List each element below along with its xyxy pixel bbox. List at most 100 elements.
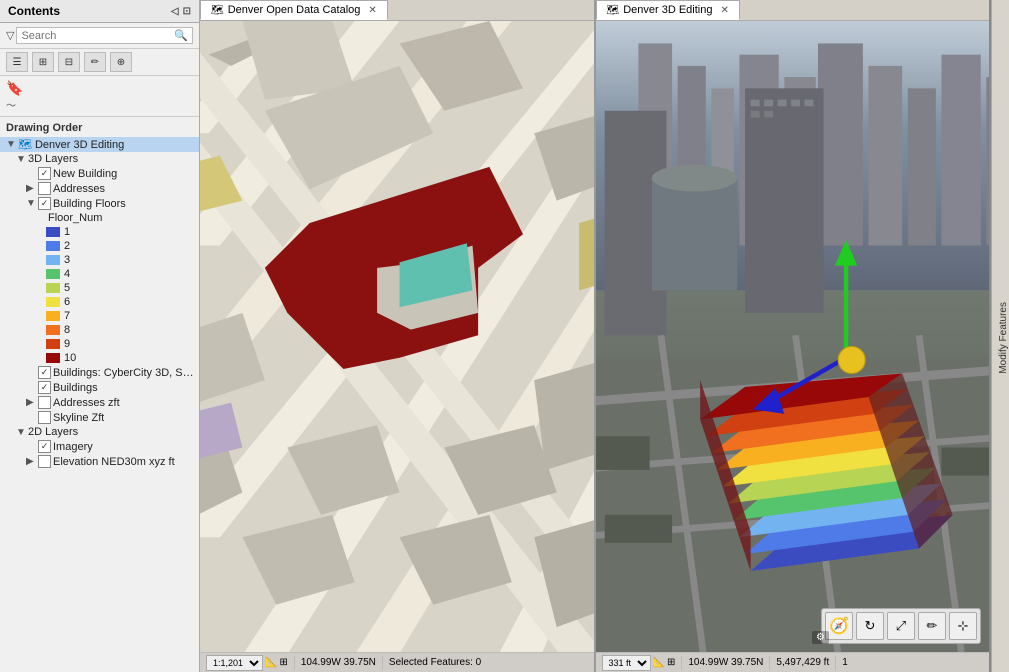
map-tab-3d[interactable]: 🗺 Denver 3D Editing ✕: [596, 0, 740, 20]
sidebar-extra: 🔖 〜: [0, 76, 199, 117]
buildings-label: Buildings: [53, 382, 98, 394]
scale-icon-2[interactable]: ⊞: [279, 657, 287, 668]
map-tab-2d[interactable]: 🗺 Denver Open Data Catalog ✕: [200, 0, 388, 20]
map-tab-bar-2d: 🗺 Denver Open Data Catalog ✕: [200, 0, 594, 21]
sidebar-menu-icon[interactable]: ⊡: [183, 6, 191, 17]
scale-3d-icon2[interactable]: ⊞: [667, 657, 675, 668]
scale-icon-1[interactable]: 📐: [265, 657, 277, 668]
sidebar-chevron-icon[interactable]: 〜: [6, 101, 16, 112]
divider2: [382, 656, 383, 670]
tree-item-building-floors[interactable]: ▼ ✓ Building Floors: [0, 196, 199, 211]
checkbox-new-building[interactable]: ✓: [38, 167, 51, 180]
map-tab-2d-close[interactable]: ✕: [368, 5, 376, 16]
tree-2d-layers[interactable]: ▼ 2D Layers: [0, 425, 199, 439]
floor-num-label: Floor_Num: [48, 212, 102, 224]
nav-btn-rotate[interactable]: ↻: [856, 612, 884, 640]
expand-elevation[interactable]: ▶: [26, 456, 38, 467]
checkbox-building-floors[interactable]: ✓: [38, 197, 51, 210]
tree-floor-num[interactable]: Floor_Num: [0, 211, 199, 225]
checkbox-skyline[interactable]: [38, 411, 51, 424]
nav-btn-compass[interactable]: 🧭: [825, 612, 853, 640]
tree-item-buildings[interactable]: ✓ Buildings: [0, 380, 199, 395]
expand-addresses[interactable]: ▶: [26, 183, 38, 194]
sidebar-toolbar: ☰ ⊞ ⊟ ✏ ⊕: [0, 49, 199, 76]
sidebar-title-label: Contents: [8, 4, 60, 18]
map-panel-3d: 🗺 Denver 3D Editing ✕: [596, 0, 992, 672]
expand-2d-icon[interactable]: ▼: [16, 427, 28, 438]
checkbox-elevation[interactable]: [38, 455, 51, 468]
swatch-floor-10: [46, 353, 60, 363]
new-building-label: New Building: [53, 168, 117, 180]
tree-item-addresses[interactable]: ▶ Addresses: [0, 181, 199, 196]
zoom-level-3d: 1: [842, 657, 848, 668]
floor-1-label: 1: [64, 226, 70, 238]
add-button[interactable]: ⊕: [110, 52, 132, 72]
legend-floor-10: 10: [0, 351, 199, 365]
scale-select[interactable]: 1:1,201: [206, 655, 263, 671]
tree-item-buildings-cc[interactable]: ✓ Buildings: CyberCity 3D, Sanbor: [0, 365, 199, 380]
tree-item-elevation[interactable]: ▶ Elevation NED30m xyz ft: [0, 454, 199, 469]
divider1: [294, 656, 295, 670]
swatch-floor-8: [46, 325, 60, 335]
map-2d-canvas: [200, 21, 594, 672]
2d-layers-label: 2D Layers: [28, 426, 78, 438]
search-input-wrap: 🔍: [16, 27, 193, 44]
map-tab-3d-close[interactable]: ✕: [720, 5, 728, 16]
sidebar-content: Drawing Order ▼ 🗺 Denver 3D Editing ▼ 3D…: [0, 117, 199, 672]
map-viewport-3d[interactable]: 🧭 ↻ ⤢ ✏ ⊹ ⚙ 331 ft 📐: [596, 21, 990, 672]
search-input[interactable]: [21, 30, 174, 42]
bookmark-icon: 🔖: [6, 80, 23, 96]
swatch-floor-7: [46, 311, 60, 321]
expand-addresses-zft[interactable]: ▶: [26, 397, 38, 408]
tree-item-imagery[interactable]: ✓ Imagery: [0, 439, 199, 454]
status-bar-2d: 1:1,201 📐 ⊞ 104.99W 39.75N Selected Feat…: [200, 652, 594, 672]
filter-icon[interactable]: ▽: [6, 29, 14, 42]
table-view-button[interactable]: ⊞: [32, 52, 54, 72]
swatch-floor-5: [46, 283, 60, 293]
legend-floor-4: 4: [0, 267, 199, 281]
expand-building-floors[interactable]: ▼: [26, 198, 38, 209]
map-icon-2d: 🗺: [211, 5, 224, 16]
map-tab-3d-label: Denver 3D Editing: [623, 4, 712, 16]
tree-item-addresses-zft[interactable]: ▶ Addresses zft: [0, 395, 199, 410]
floor-9-label: 9: [64, 338, 70, 350]
swatch-floor-1: [46, 227, 60, 237]
swatch-floor-2: [46, 241, 60, 251]
scale-select-3d[interactable]: 331 ft: [602, 655, 651, 671]
map-tab-bar-3d: 🗺 Denver 3D Editing ✕: [596, 0, 990, 21]
checkbox-buildings-cc[interactable]: ✓: [38, 366, 51, 379]
addresses-zft-label: Addresses zft: [53, 397, 120, 409]
checkbox-addresses[interactable]: [38, 182, 51, 195]
scale-3d-icon1[interactable]: 📐: [653, 657, 665, 668]
floor-5-label: 5: [64, 282, 70, 294]
floor-4-label: 4: [64, 268, 70, 280]
map-viewport-2d[interactable]: 1:1,201 📐 ⊞ 104.99W 39.75N Selected Feat…: [200, 21, 594, 672]
checkbox-imagery[interactable]: ✓: [38, 440, 51, 453]
addresses-label: Addresses: [53, 183, 105, 195]
tree-root-item[interactable]: ▼ 🗺 Denver 3D Editing: [0, 137, 199, 152]
expand-3d-icon[interactable]: ▼: [16, 154, 28, 165]
filter-button[interactable]: ⊟: [58, 52, 80, 72]
gear-icon-3d[interactable]: ⚙: [812, 631, 829, 644]
divider3d-3: [835, 656, 836, 670]
tree-3d-layers[interactable]: ▼ 3D Layers: [0, 152, 199, 166]
swatch-floor-6: [46, 297, 60, 307]
search-icon: 🔍: [174, 29, 188, 42]
nav-controls-3d: 🧭 ↻ ⤢ ✏ ⊹: [821, 608, 981, 644]
drawing-order-label: Drawing Order: [0, 119, 199, 137]
checkbox-buildings[interactable]: ✓: [38, 381, 51, 394]
legend-floor-5: 5: [0, 281, 199, 295]
nav-btn-select[interactable]: ⊹: [949, 612, 977, 640]
legend-floor-7: 7: [0, 309, 199, 323]
edit-button[interactable]: ✏: [84, 52, 106, 72]
nav-btn-extent[interactable]: ⤢: [887, 612, 915, 640]
tree-item-skyline-zft[interactable]: Skyline Zft: [0, 410, 199, 425]
sidebar-pin-icon[interactable]: ◁: [171, 6, 179, 17]
list-view-button[interactable]: ☰: [6, 52, 28, 72]
legend-floor-8: 8: [0, 323, 199, 337]
tree-item-new-building[interactable]: ✓ New Building: [0, 166, 199, 181]
floor-3-label: 3: [64, 254, 70, 266]
nav-btn-edit[interactable]: ✏: [918, 612, 946, 640]
checkbox-addresses-zft[interactable]: [38, 396, 51, 409]
expand-root-icon[interactable]: ▼: [6, 139, 18, 150]
